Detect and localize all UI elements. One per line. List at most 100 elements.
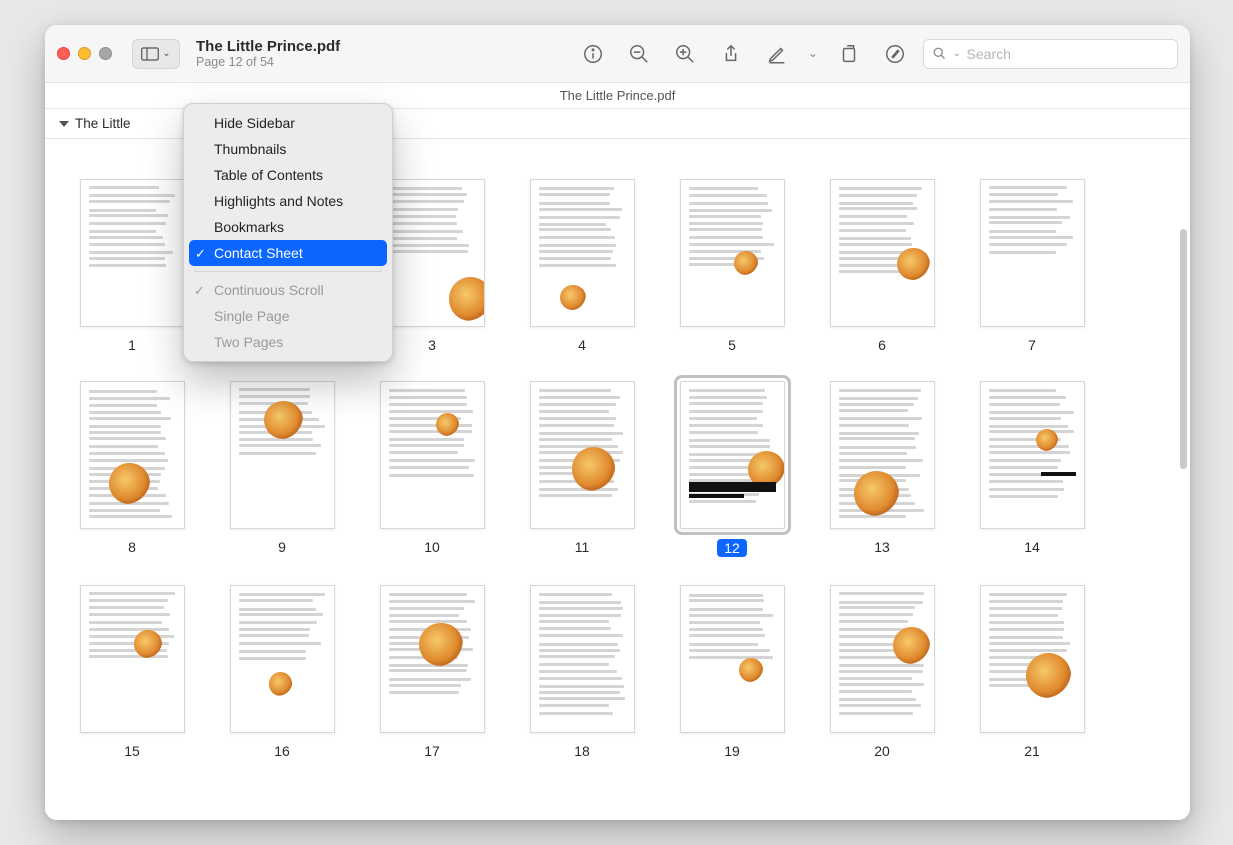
menu-item-label: Table of Contents	[214, 167, 323, 183]
page-number-label: 5	[728, 337, 736, 353]
menu-item-label: Bookmarks	[214, 219, 284, 235]
window-controls	[57, 47, 112, 60]
thumbnail-image	[230, 585, 335, 733]
page-number-label: 4	[578, 337, 586, 353]
thumbnail-image	[680, 179, 785, 327]
zoom-in-button[interactable]	[667, 36, 703, 72]
search-chevron-icon: ⌄	[953, 48, 961, 59]
titlebar: ⌄ The Little Prince.pdf Page 12 of 54 ⌄	[45, 25, 1190, 83]
page-thumbnail[interactable]: 21	[977, 585, 1087, 759]
thumbnail-image	[80, 179, 185, 327]
zoom-icon[interactable]	[99, 47, 112, 60]
info-button[interactable]	[575, 36, 611, 72]
minimize-icon[interactable]	[78, 47, 91, 60]
page-number-label: 10	[424, 539, 440, 555]
page-thumbnail[interactable]: 8	[77, 381, 187, 557]
check-icon: ✓	[195, 246, 206, 262]
thumbnail-image	[830, 179, 935, 327]
edit-pdf-button[interactable]	[877, 36, 913, 72]
rotate-button[interactable]	[831, 36, 867, 72]
page-thumbnail[interactable]: 18	[527, 585, 637, 759]
thumbnail-image	[680, 585, 785, 733]
menu-item-label: Two Pages	[214, 334, 283, 350]
thumbnail-image	[380, 381, 485, 529]
page-thumbnail[interactable]: 1	[77, 179, 187, 353]
page-thumbnail[interactable]: 3	[377, 179, 487, 353]
page-number-label: 15	[124, 743, 140, 759]
page-thumbnail[interactable]: 15	[77, 585, 187, 759]
menu-item[interactable]: Hide Sidebar	[184, 110, 392, 136]
menu-item[interactable]: ✓ Contact Sheet	[189, 240, 387, 266]
page-number-label: 1	[128, 337, 136, 353]
search-icon	[932, 46, 947, 61]
zoom-in-icon	[674, 43, 696, 65]
menu-item-label: Contact Sheet	[214, 245, 303, 261]
thumbnail-image	[530, 585, 635, 733]
doc-tab-label[interactable]: The Little Prince.pdf	[560, 88, 676, 103]
zoom-out-button[interactable]	[621, 36, 657, 72]
page-number-label: 17	[424, 743, 440, 759]
page-number-label: 9	[278, 539, 286, 555]
thumbnail-image	[980, 179, 1085, 327]
path-label: The Little	[75, 116, 131, 131]
page-number-label: 7	[1028, 337, 1036, 353]
page-number-label: 21	[1024, 743, 1040, 759]
menu-separator	[194, 271, 382, 272]
page-thumbnail[interactable]: 7	[977, 179, 1087, 353]
disclosure-triangle-icon	[59, 121, 69, 127]
page-thumbnail[interactable]: 17	[377, 585, 487, 759]
thumbnail-image	[980, 381, 1085, 529]
page-status: Page 12 of 54	[196, 55, 340, 69]
menu-item-label: Single Page	[214, 308, 290, 324]
menu-item[interactable]: Table of Contents	[184, 162, 392, 188]
thumbnail-image	[830, 381, 935, 529]
page-thumbnail[interactable]: 20	[827, 585, 937, 759]
page-thumbnail[interactable]: 5	[677, 179, 787, 353]
menu-item[interactable]: Thumbnails	[184, 136, 392, 162]
sidebar-icon	[141, 47, 159, 61]
menu-item: ✓Continuous Scroll	[184, 277, 392, 303]
page-number-label: 14	[1024, 539, 1040, 555]
markup-button[interactable]	[759, 36, 795, 72]
page-thumbnail[interactable]: 16	[227, 585, 337, 759]
search-field[interactable]: ⌄	[923, 39, 1178, 69]
page-thumbnail[interactable]: 14	[977, 381, 1087, 557]
menu-item-label: Highlights and Notes	[214, 193, 343, 209]
menu-item[interactable]: Bookmarks	[184, 214, 392, 240]
chevron-down-icon: ⌄	[162, 48, 170, 59]
pencil-icon	[766, 43, 788, 65]
page-number-label: 16	[274, 743, 290, 759]
scrollbar-thumb[interactable]	[1180, 229, 1187, 469]
markup-menu-chevron[interactable]: ⌄	[805, 47, 821, 60]
menu-item[interactable]: Highlights and Notes	[184, 188, 392, 214]
page-thumbnail[interactable]: 11	[527, 381, 637, 557]
view-menu: Hide Sidebar Thumbnails Table of Contents H…	[183, 103, 393, 362]
page-number-label: 18	[574, 743, 590, 759]
menu-item: Single Page	[184, 303, 392, 329]
document-title: The Little Prince.pdf	[196, 38, 340, 55]
sidebar-toggle-button[interactable]: ⌄	[132, 39, 180, 69]
thumbnail-image	[80, 585, 185, 733]
page-thumbnail[interactable]: 9	[227, 381, 337, 557]
thumbnail-image	[80, 381, 185, 529]
page-thumbnail[interactable]: 10	[377, 381, 487, 557]
check-icon: ✓	[194, 283, 205, 299]
page-thumbnail[interactable]: 4	[527, 179, 637, 353]
page-thumbnail[interactable]: 12	[677, 381, 787, 557]
rotate-icon	[838, 43, 860, 65]
share-button[interactable]	[713, 36, 749, 72]
close-icon[interactable]	[57, 47, 70, 60]
page-thumbnail[interactable]: 6	[827, 179, 937, 353]
page-thumbnail[interactable]: 19	[677, 585, 787, 759]
zoom-out-icon	[628, 43, 650, 65]
page-thumbnail[interactable]: 13	[827, 381, 937, 557]
thumbnail-image	[530, 179, 635, 327]
search-input[interactable]	[967, 46, 1169, 62]
thumbnail-image	[230, 381, 335, 529]
info-icon	[582, 43, 604, 65]
menu-item-label: Thumbnails	[214, 141, 286, 157]
page-number-label: 11	[575, 539, 590, 555]
share-icon	[720, 43, 742, 65]
page-number-label: 3	[428, 337, 436, 353]
thumbnail-image	[980, 585, 1085, 733]
